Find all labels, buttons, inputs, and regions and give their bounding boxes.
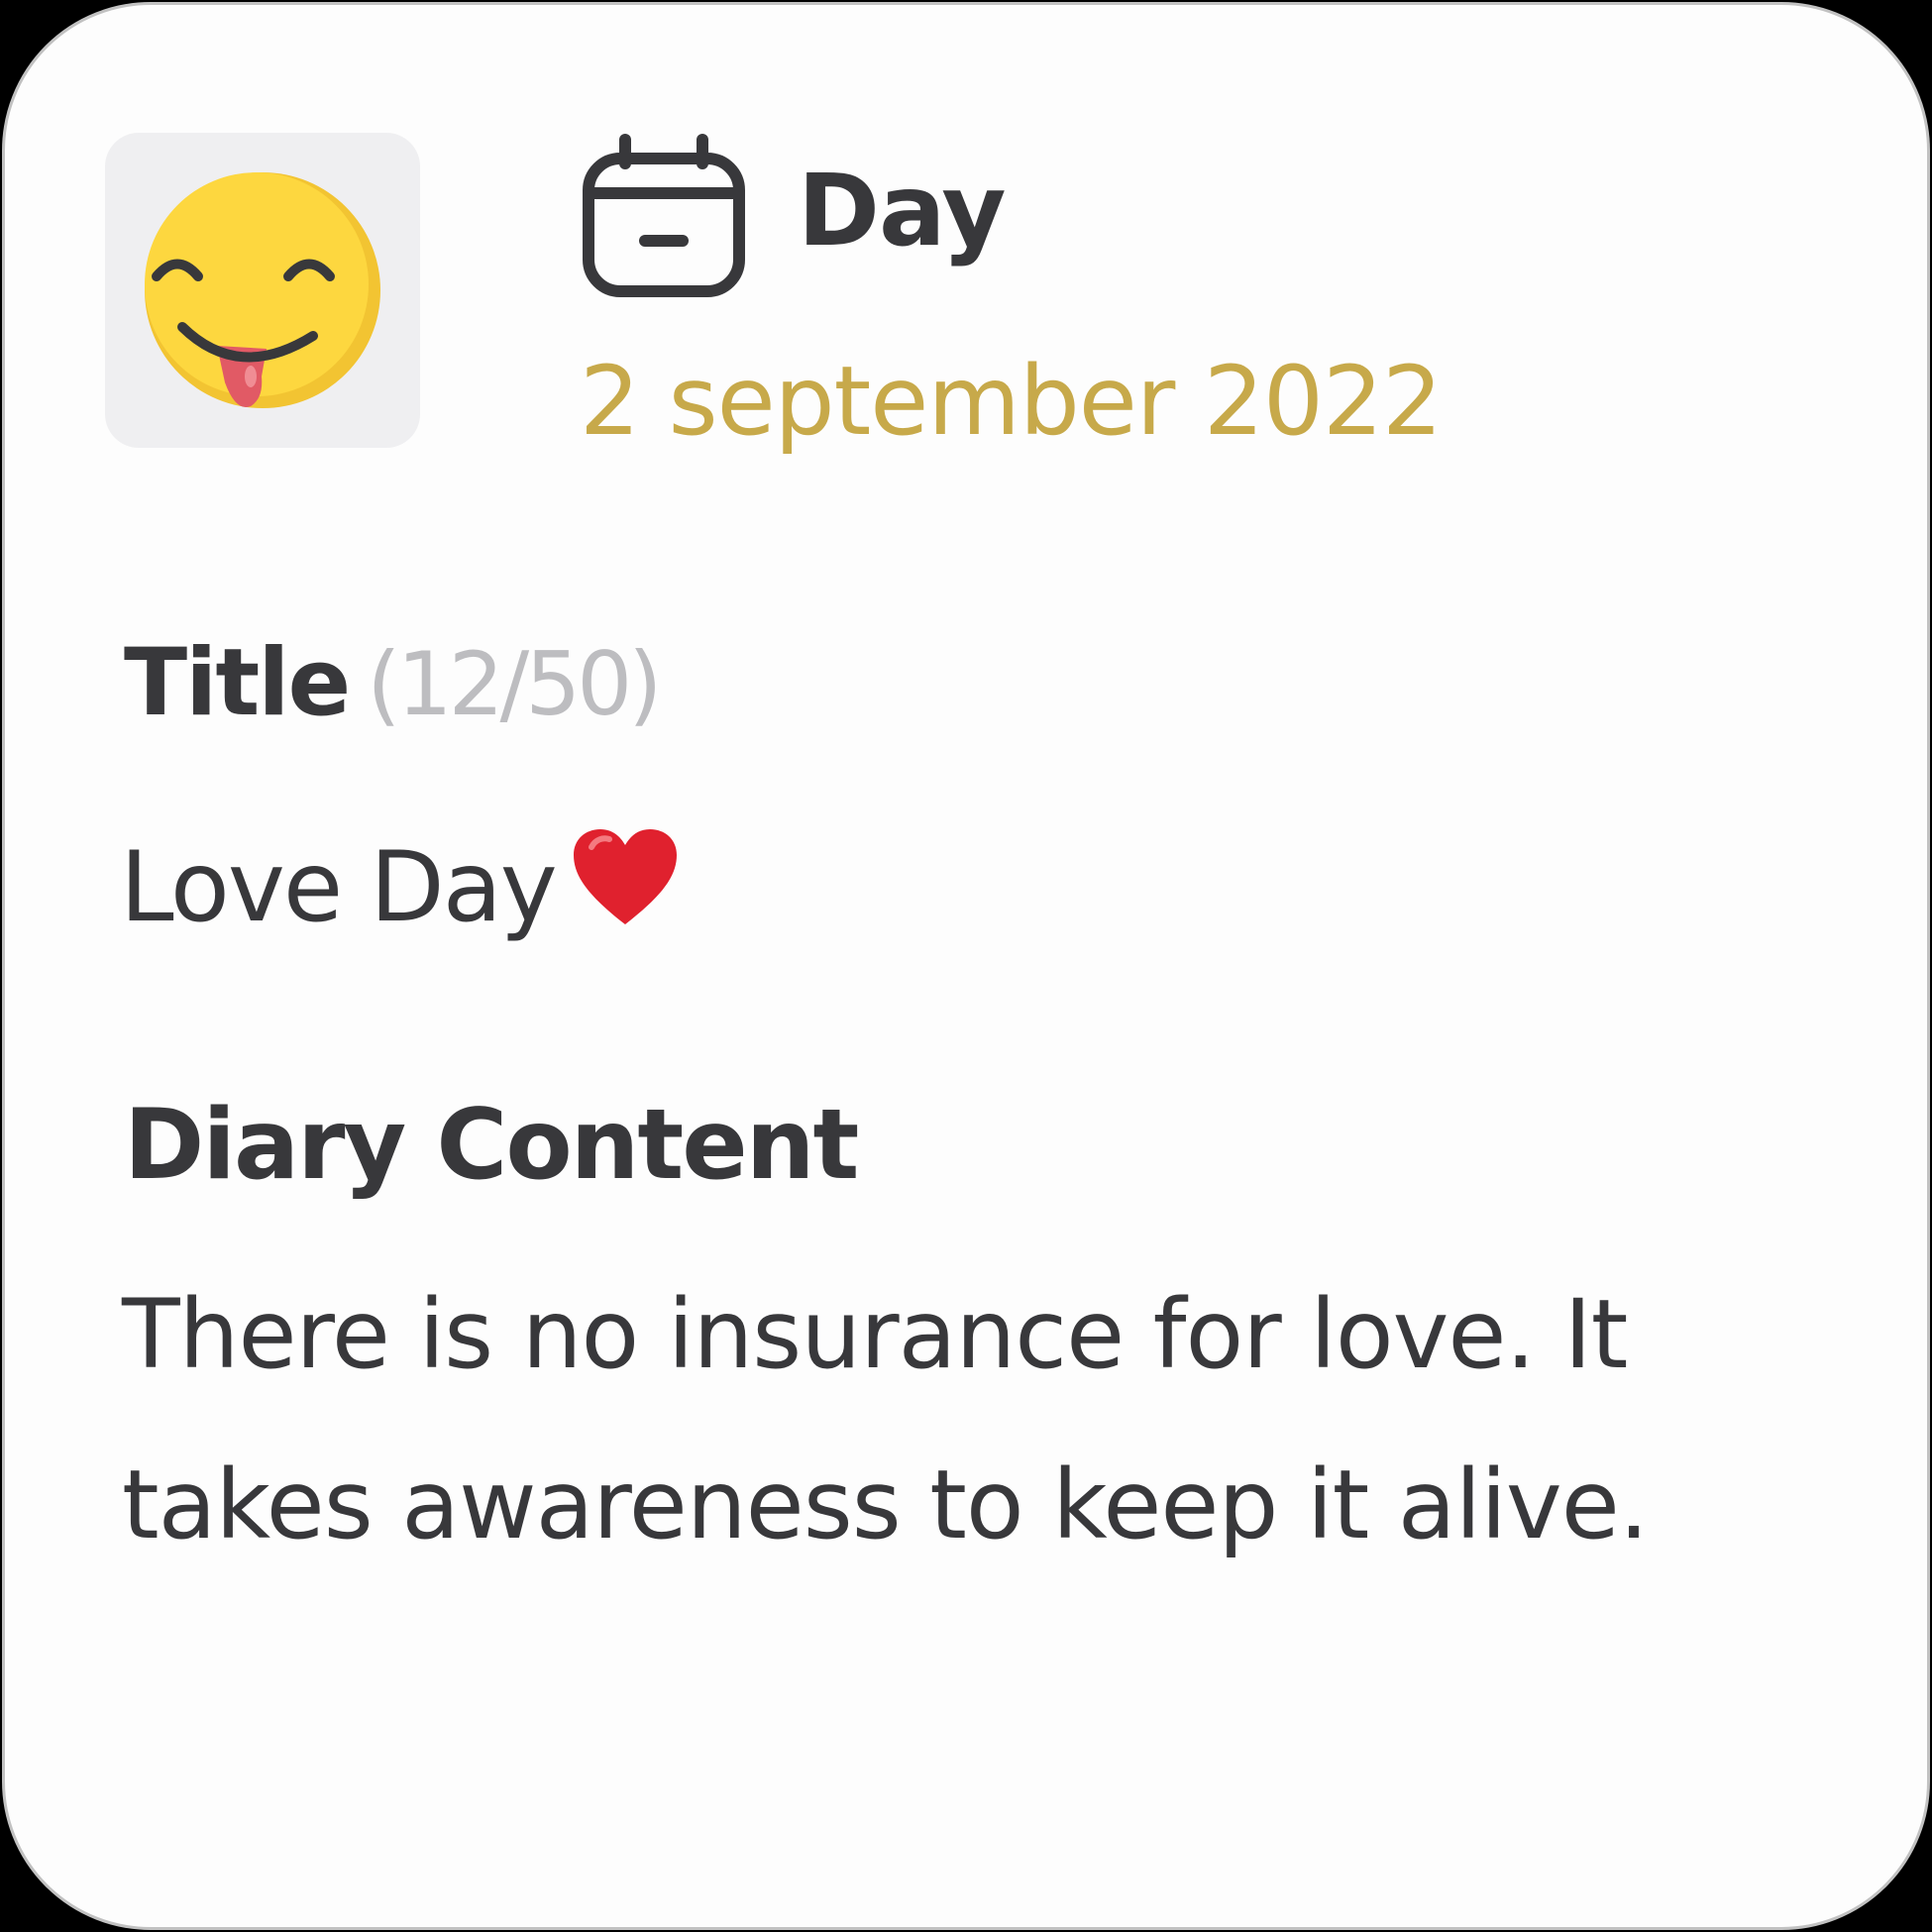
calendar-icon [583,134,745,297]
title-field[interactable]: Love Day [120,825,681,936]
title-char-count: (12/50) [367,633,662,735]
tongue-out-smiley-icon [145,172,380,408]
diary-entry-card: Day 2 september 2022 Title (12/50) Love D… [2,2,1930,1930]
title-header: Title (12/50) [124,637,663,730]
diary-content-label: Diary Content [124,1089,859,1202]
title-value: Love Day [120,831,558,944]
entry-date[interactable]: 2 september 2022 [580,354,1443,449]
title-label: Title [124,629,351,737]
period-label: Day [798,153,1007,268]
diary-content-field[interactable]: There is no insurance for love. It takes… [122,1249,1786,1590]
mood-selector[interactable] [105,133,420,448]
red-heart-icon [573,829,677,924]
